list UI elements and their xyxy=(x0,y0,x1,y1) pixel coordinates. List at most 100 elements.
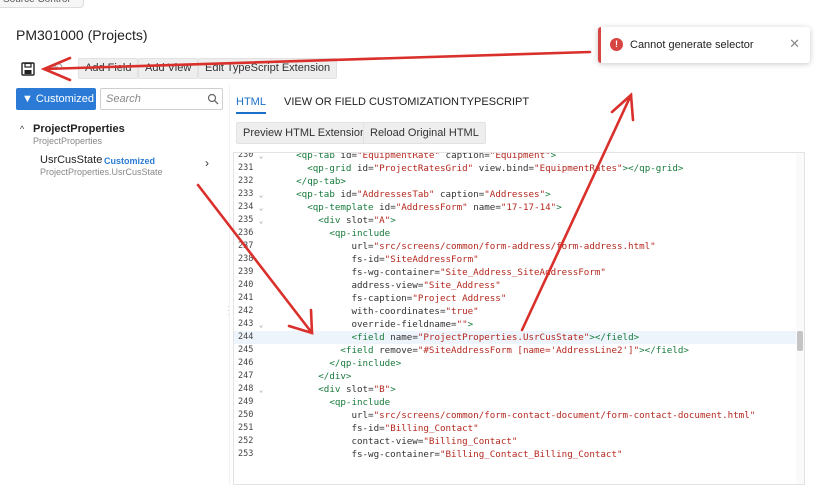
code-text: <qp-tab id="EquipmentRate" caption="Equi… xyxy=(274,152,556,162)
code-token: "SiteAddressForm" xyxy=(384,254,479,265)
field-item-name[interactable]: UsrCusState xyxy=(40,154,102,166)
code-text: contact-view="Billing_Contact" xyxy=(274,435,517,448)
top-bar: Source Control ^ xyxy=(0,0,823,9)
line-number: 231 xyxy=(238,163,254,173)
code-text: <field remove="#SiteAddressForm [name='A… xyxy=(274,344,689,357)
tab-view-or-field-customization[interactable]: VIEW OR FIELD CUSTOMIZATION xyxy=(284,96,459,112)
save-button[interactable] xyxy=(18,60,38,78)
customized-filter-button[interactable]: ▼ Customized xyxy=(16,88,96,110)
search-input[interactable] xyxy=(100,88,223,110)
edit-typescript-extension-button[interactable]: Edit TypeScript Extension xyxy=(198,58,338,79)
code-token: "#SiteAddressForm [name='AddressLine2']" xyxy=(417,345,640,356)
code-line[interactable]: 242 with-coordinates="true" xyxy=(234,305,804,318)
code-token: url= xyxy=(351,410,374,421)
line-number: 249 xyxy=(238,397,254,407)
code-text: <qp-grid id="ProjectRatesGrid" view.bind… xyxy=(274,162,683,175)
code-token: <div xyxy=(318,384,346,395)
chevron-right-icon[interactable]: › xyxy=(205,156,209,170)
code-token: "" xyxy=(456,319,468,330)
annotation-arrowhead-toast xyxy=(610,92,635,122)
customized-label: Customized xyxy=(35,93,94,105)
code-editor[interactable]: 230 ⌄ <qp-tab id="EquipmentRate" caption=… xyxy=(233,152,805,485)
code-token: <field xyxy=(340,345,380,356)
line-number: 248 xyxy=(238,384,254,394)
code-line[interactable]: 230 ⌄ <qp-tab id="EquipmentRate" caption=… xyxy=(234,152,804,162)
code-line[interactable]: 244 <field name="ProjectProperties.UsrCu… xyxy=(234,331,804,344)
undo-icon[interactable]: ↶ xyxy=(52,60,68,76)
splitter-handle-icon[interactable]: · · · xyxy=(227,303,230,319)
tree-node-title[interactable]: ProjectProperties xyxy=(33,123,125,135)
code-token: <qp-include xyxy=(329,228,391,239)
code-text: <div slot="B"> xyxy=(274,383,396,396)
code-token: address-view= xyxy=(351,280,424,291)
code-token: "ProjectRatesGrid" xyxy=(373,163,474,174)
code-line[interactable]: 241 fs-caption="Project Address" xyxy=(234,292,804,305)
code-token: "A" xyxy=(373,215,391,226)
code-line[interactable]: 246 </qp-include> xyxy=(234,357,804,370)
add-field-button[interactable]: Add Field xyxy=(78,58,139,79)
code-token: fs-id= xyxy=(351,423,385,434)
panel-divider[interactable] xyxy=(229,85,230,485)
code-line[interactable]: 250 url="src/screens/common/form-contact… xyxy=(234,409,804,422)
code-token: </qp-tab> xyxy=(296,176,346,187)
code-line[interactable]: 240 address-view="Site_Address" xyxy=(234,279,804,292)
code-text: <qp-include xyxy=(274,396,390,409)
code-line[interactable]: 243 ⌄ override-fieldname=""> xyxy=(234,318,804,331)
close-icon[interactable]: ✕ xyxy=(789,36,800,52)
code-line[interactable]: 231 <qp-grid id="ProjectRatesGrid" view.… xyxy=(234,162,804,175)
tab-html[interactable]: HTML xyxy=(236,96,266,114)
code-token: id= xyxy=(340,152,358,161)
code-line[interactable]: 236 <qp-include xyxy=(234,227,804,240)
code-token: caption= xyxy=(434,189,485,200)
editor-scrollbar[interactable] xyxy=(796,153,804,484)
code-token: "AddressForm" xyxy=(395,202,468,213)
toast-message: Cannot generate selector xyxy=(630,39,754,51)
code-line[interactable]: 249 <qp-include xyxy=(234,396,804,409)
code-token: ></qp-grid> xyxy=(622,163,684,174)
code-token: "17-17-14" xyxy=(500,202,557,213)
error-icon: ! xyxy=(610,38,623,51)
code-line[interactable]: 238 fs-id="SiteAddressForm" xyxy=(234,253,804,266)
code-token: "Billing_Contact_Billing_Contact" xyxy=(439,449,623,460)
code-token: ></field> xyxy=(589,332,640,343)
code-line[interactable]: 247 </div> xyxy=(234,370,804,383)
code-token: "AddressesTab" xyxy=(357,189,435,200)
code-line[interactable]: 235 ⌄ <div slot="A"> xyxy=(234,214,804,227)
code-token: name= xyxy=(390,332,418,343)
line-number: 242 xyxy=(238,306,254,316)
reload-original-html-button[interactable]: Reload Original HTML xyxy=(363,122,486,144)
code-token: "Site_Address" xyxy=(423,280,501,291)
line-number: 234 xyxy=(238,202,254,212)
code-text: override-fieldname=""> xyxy=(274,318,473,331)
code-line[interactable]: 237 url="src/screens/common/form-address… xyxy=(234,240,804,253)
code-token: fs-wg-container= xyxy=(351,449,440,460)
code-line[interactable]: 251 fs-id="Billing_Contact" xyxy=(234,422,804,435)
error-toast: ! Cannot generate selector ✕ xyxy=(598,27,810,63)
code-token: with-coordinates= xyxy=(351,306,446,317)
line-number: 238 xyxy=(238,254,254,264)
code-line[interactable]: 234 ⌄ <qp-template id="AddressForm" name=… xyxy=(234,201,804,214)
code-line[interactable]: 239 fs-wg-container="Site_Address_SiteAd… xyxy=(234,266,804,279)
code-token: view.bind= xyxy=(473,163,535,174)
page-title: PM301000 (Projects) xyxy=(16,27,148,43)
code-line[interactable]: 252 contact-view="Billing_Contact" xyxy=(234,435,804,448)
code-line[interactable]: 233 ⌄ <qp-tab id="AddressesTab" caption="… xyxy=(234,188,804,201)
code-line[interactable]: 248 ⌄ <div slot="B"> xyxy=(234,383,804,396)
code-token: "src/screens/common/form-address/form-ad… xyxy=(373,241,656,252)
code-line[interactable]: 245 <field remove="#SiteAddressForm [nam… xyxy=(234,344,804,357)
preview-html-extension-button[interactable]: Preview HTML Extension xyxy=(236,122,374,144)
code-token: "true" xyxy=(445,306,479,317)
editor-scrollbar-thumb[interactable] xyxy=(797,331,803,351)
code-line[interactable]: 253 fs-wg-container="Billing_Contact_Bil… xyxy=(234,448,804,461)
code-token: > xyxy=(467,319,474,330)
code-token: "src/screens/common/form-contact-documen… xyxy=(373,410,756,421)
add-view-button[interactable]: Add View xyxy=(138,58,199,79)
code-token: "Billing_Contact" xyxy=(384,423,479,434)
tab-typescript[interactable]: TYPESCRIPT xyxy=(460,96,529,112)
code-text: <qp-template id="AddressForm" name="17-1… xyxy=(274,201,562,214)
source-control-button[interactable]: Source Control ^ xyxy=(0,0,85,8)
code-line[interactable]: 232 </qp-tab> xyxy=(234,175,804,188)
line-number: 241 xyxy=(238,293,254,303)
collapse-caret-icon[interactable]: ^ xyxy=(20,124,24,134)
search-icon[interactable] xyxy=(207,93,219,105)
